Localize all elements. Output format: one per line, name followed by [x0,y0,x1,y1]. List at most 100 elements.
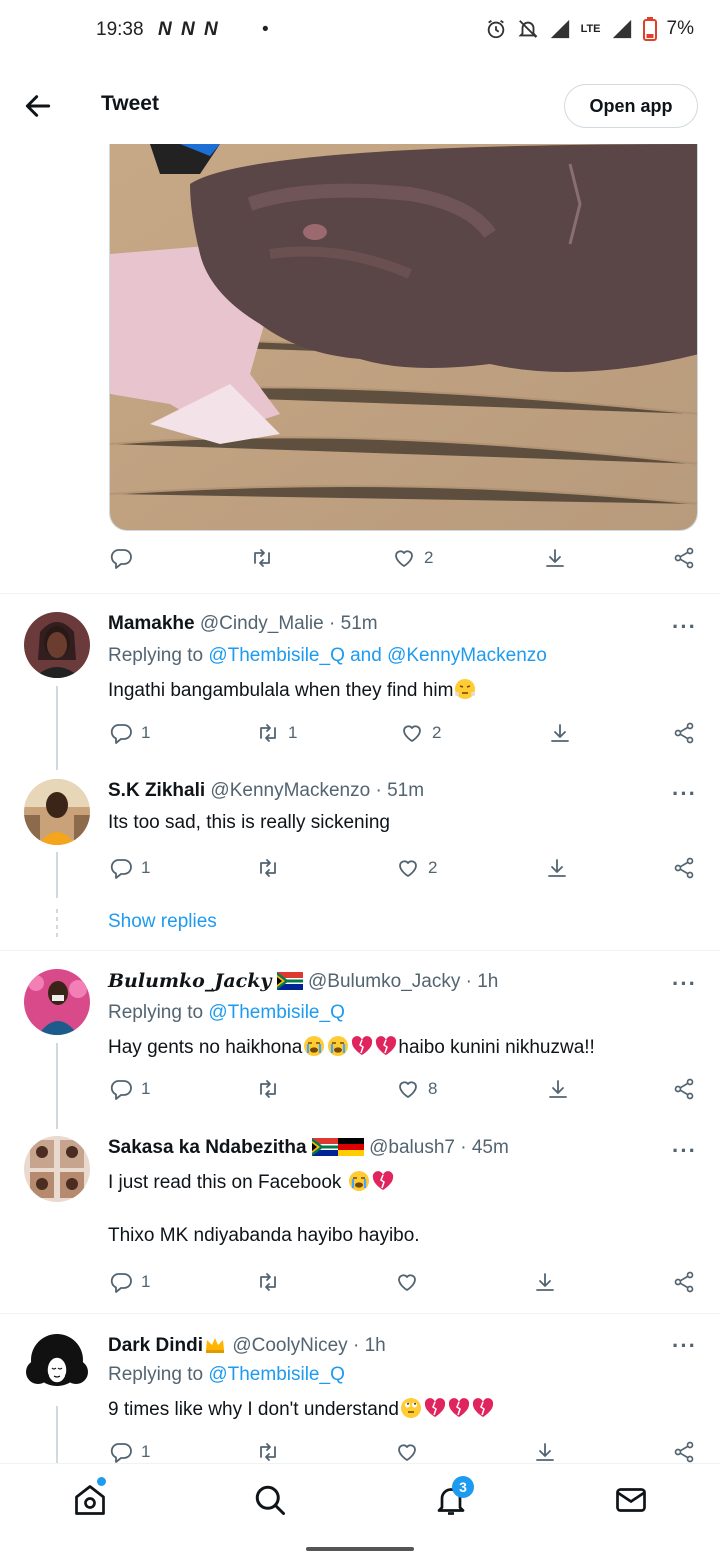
download-button[interactable] [533,1440,557,1463]
avatar[interactable] [24,612,90,678]
more-options-button[interactable]: ··· [672,614,697,640]
arrow-left-icon[interactable] [22,90,54,122]
page-title: Tweet [101,92,159,115]
like-count: 2 [428,858,438,877]
download-button[interactable] [543,546,567,570]
share-icon [672,721,696,745]
retweet-button[interactable] [256,1440,280,1463]
share-button[interactable] [672,1077,696,1101]
like-button[interactable] [395,1270,419,1294]
reply-count: 1 [141,858,151,877]
show-replies-link[interactable]: Show replies [108,911,217,933]
divider [0,593,720,594]
replying-to-link[interactable]: @Thembisile_Q [208,1364,345,1385]
like-count: 8 [428,1079,438,1098]
top-header: Tweet Open app [0,70,720,142]
open-app-button[interactable]: Open app [564,84,698,128]
tweet-text: I just read this on Facebook [108,1169,395,1194]
reply-icon [109,856,133,880]
tweet-text: Hay gents no haikhona haibo kunini nikhuz… [108,1034,595,1059]
avatar[interactable] [24,779,90,845]
south-africa-flag-icon [311,1138,338,1156]
share-button[interactable] [672,1270,696,1294]
tweet-author[interactable]: Mamakhe @Cindy_Malie · 51m [108,613,378,635]
tweet-author[interactable]: Bulumko_Jacky @Bulumko_Jacky · 1h [108,970,498,993]
download-button[interactable] [548,721,572,745]
download-icon [533,1440,557,1463]
bottom-navigation: 3 [0,1463,720,1538]
crying-face-emoji-icon [326,1034,350,1058]
share-button[interactable] [672,1440,696,1463]
tweet-author[interactable]: Dark Dindi @CoolyNicey · 1h [108,1332,386,1357]
share-button[interactable] [672,856,696,880]
reply-button[interactable]: 1 [109,1440,150,1463]
reply-icon [109,721,133,745]
retweet-button[interactable]: 1 [256,721,297,745]
replying-to: Replying to @Thembisile_Q [108,1002,345,1024]
avatar[interactable] [24,969,90,1035]
avatar[interactable] [24,1136,90,1202]
search-icon[interactable] [252,1482,288,1518]
reply-button[interactable]: 1 [109,721,150,745]
divider [0,950,720,951]
tweet-time: · 51m [375,780,425,801]
download-button[interactable] [533,1270,557,1294]
share-button[interactable] [672,546,696,570]
download-button[interactable] [546,1077,570,1101]
tweet-author[interactable]: S.K Zikhali @KennyMackenzo · 51m [108,780,424,802]
home-indicator[interactable] [306,1547,414,1551]
broken-heart-emoji-icon [423,1396,447,1420]
retweet-button[interactable] [256,1270,280,1294]
share-icon [672,1440,696,1463]
more-options-button[interactable]: ··· [672,971,697,997]
reply-button[interactable] [109,546,133,570]
broken-heart-emoji-icon [374,1034,398,1058]
replying-to: Replying to @Thembisile_Q and @KennyMack… [108,645,547,667]
download-icon [546,1077,570,1101]
status-bar: 19:38 N N N • LTE 7% [0,0,720,60]
retweet-button[interactable] [256,1077,288,1101]
replying-to: Replying to @Thembisile_Q [108,1364,345,1386]
mail-icon[interactable] [613,1482,649,1518]
heart-icon [392,546,416,570]
tweet-text-content: Ingathi bangambulala when they find him [108,680,454,701]
reply-button[interactable]: 1 [109,1270,150,1294]
like-button[interactable]: 8 [396,1077,437,1101]
replying-to-links[interactable]: @Thembisile_Q and @KennyMackenzo [208,645,547,666]
tweet-time: · 51m [329,613,378,634]
heart-icon [395,1270,419,1294]
reply-2-actions: 1 2 [0,856,720,896]
like-button[interactable]: 2 [400,721,441,745]
like-count: 2 [424,548,434,567]
reply-button[interactable]: 1 [109,856,150,880]
download-button[interactable] [545,856,569,880]
alarm-icon [487,19,504,39]
author-handle: @CoolyNicey [232,1335,348,1356]
like-button[interactable]: 2 [392,546,433,570]
retweet-button[interactable] [256,856,288,880]
broken-heart-emoji-icon [471,1396,495,1420]
replying-to-link[interactable]: @Thembisile_Q [208,1002,345,1023]
divider [0,1313,720,1314]
author-handle: @Cindy_Malie [199,613,324,634]
avatar[interactable] [24,1332,90,1398]
reply-icon [109,1270,133,1294]
tweet-text-part-2: haibo kunini nikhuzwa!! [398,1037,595,1058]
tweet-photo[interactable] [109,144,698,531]
reply-5-actions: 1 [0,1440,720,1463]
like-button[interactable]: 2 [396,856,437,880]
more-options-button[interactable]: ··· [672,1138,697,1164]
retweet-button[interactable] [250,546,274,570]
reply-button[interactable]: 1 [109,1077,150,1101]
like-button[interactable] [395,1440,419,1463]
steam-face-emoji-icon [453,677,477,701]
reply-count: 1 [141,1079,151,1098]
more-options-button[interactable]: ··· [672,781,697,807]
more-options-button[interactable]: ··· [672,1333,697,1359]
reply-1-actions: 1 1 2 [0,721,720,761]
retweet-icon [256,721,280,745]
share-button[interactable] [672,721,696,745]
home-icon[interactable] [72,1482,108,1518]
retweet-icon [256,1077,280,1101]
tweet-author[interactable]: Sakasa ka Ndabezitha @balush7 · 45m [108,1137,509,1159]
